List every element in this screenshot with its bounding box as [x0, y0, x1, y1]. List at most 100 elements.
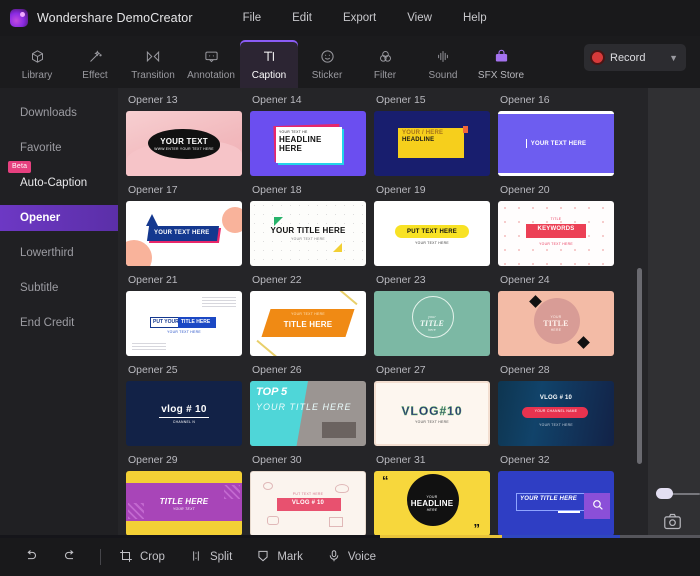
template-thumbnail-opener-27[interactable]: VLOG#10 YOUR TEXT HERE	[374, 381, 490, 446]
chevron-down-icon[interactable]: ▼	[669, 53, 678, 63]
template-thumbnail-opener-14[interactable]: YOUR TEXT HE HEADLINE HERE	[250, 111, 366, 176]
thumb-subtext: HERE	[426, 507, 438, 512]
tab-sound[interactable]: Sound	[414, 40, 472, 88]
title-bar: Wondershare DemoCreator File Edit Export…	[0, 0, 700, 36]
tab-filter-label: Filter	[373, 69, 397, 81]
tab-library-label: Library	[21, 69, 53, 81]
thumb-text: vlog # 10	[161, 403, 207, 415]
template-thumbnail-opener-15[interactable]: YOUR / HERE HEADLINE	[374, 111, 490, 176]
template-label: Opener 28	[500, 364, 550, 376]
thumb-text: TITLE HERE	[159, 496, 209, 506]
record-button[interactable]: Record ▼	[584, 44, 686, 71]
undo-button[interactable]	[14, 543, 54, 571]
template-label: Opener 19	[376, 184, 426, 196]
template-label: Opener 16	[500, 94, 550, 106]
template-label: Opener 21	[128, 274, 178, 286]
tab-library[interactable]: Library	[8, 40, 66, 88]
template-thumbnail-opener-21[interactable]: PUT YOUR TITLE HERE YOUR TEXT HERE	[126, 291, 242, 356]
template-label: Opener 23	[376, 274, 426, 286]
template-label: Opener 31	[376, 454, 426, 466]
crop-label: Crop	[140, 551, 165, 563]
template-thumbnail-opener-19[interactable]: PUT TEXT HERE YOUR TEXT HERE	[374, 201, 490, 266]
template-thumbnail-opener-25[interactable]: vlog # 10 CHANNEL N	[126, 381, 242, 446]
zoom-slider[interactable]	[654, 488, 700, 500]
template-thumbnail-opener-26[interactable]: TOP 5 YOUR TITLE HERE	[250, 381, 366, 446]
thumb-subtext: YOUR TEXT HERE	[291, 312, 325, 316]
template-thumbnail-opener-17[interactable]: YOUR TEXT HERE	[126, 201, 242, 266]
template-thumbnail-opener-20[interactable]: TITLE KEYWORDS YOUR TEXT HERE	[498, 201, 614, 266]
template-thumbnail-opener-32[interactable]: YOUR TITLE HERE	[498, 471, 614, 536]
tool-tabs: Library Effect Transition Annotation Cap…	[0, 36, 700, 88]
menu-item-view[interactable]: View	[393, 8, 446, 28]
democreator-logo-icon	[10, 9, 28, 27]
template-thumbnail-opener-30[interactable]: PUT TEXT HERE VLOG # 10	[250, 471, 366, 536]
sidebar-item-label: Favorite	[20, 142, 62, 154]
sidebar-item-label: Downloads	[20, 107, 77, 119]
beta-badge: Beta	[8, 161, 32, 173]
democreator-window: Wondershare DemoCreator File Edit Export…	[0, 0, 700, 576]
template-cell: Opener 24 YOUR TITLE HERE	[498, 274, 614, 356]
sidebar-item-opener[interactable]: Opener	[0, 205, 118, 231]
template-thumbnail-opener-28[interactable]: VLOG # 10 YOUR CHANNEL NAME YOUR TEXT HE…	[498, 381, 614, 446]
thumb-text: HEADLINE HERE	[279, 135, 322, 153]
thumb-text: HEADLINE	[410, 498, 454, 508]
template-label: Opener 27	[376, 364, 426, 376]
template-cell: Opener 20 TITLE KEYWORDS YOUR TEXT HERE	[498, 184, 614, 266]
menu-item-file[interactable]: File	[229, 8, 276, 28]
template-thumbnail-opener-18[interactable]: YOUR TITLE HERE YOUR TEXT HERE	[250, 201, 366, 266]
thumb-text: VLOG # 10	[539, 395, 573, 401]
menu-item-edit[interactable]: Edit	[278, 8, 326, 28]
tab-sticker[interactable]: Sticker	[298, 40, 356, 88]
thumb-text: YOUR TITLE HERE	[520, 496, 578, 502]
template-cell: Opener 19 PUT TEXT HERE YOUR TEXT HERE	[374, 184, 490, 266]
sidebar-item-auto-caption[interactable]: Beta Auto-Caption	[0, 161, 118, 196]
template-cell: Opener 22 YOUR TEXT HERE TITLE HERE	[250, 274, 366, 356]
sidebar-item-downloads[interactable]: Downloads	[0, 100, 118, 126]
template-thumbnail-opener-22[interactable]: YOUR TEXT HERE TITLE HERE	[250, 291, 366, 356]
template-grid: Opener 13 YOUR TEXT WWW.ENTER YOUR TEXT …	[126, 94, 626, 538]
zoom-slider-handle[interactable]	[656, 488, 673, 499]
thumb-subtext: WWW.ENTER YOUR TEXT HERE	[154, 146, 214, 151]
tab-effect[interactable]: Effect	[66, 40, 124, 88]
sidebar-item-lowerthird[interactable]: Lowerthird	[0, 240, 118, 266]
thumb-text: YOUR TEXT HERE	[154, 230, 210, 236]
crop-icon	[119, 549, 133, 566]
voice-button[interactable]: Voice	[315, 543, 388, 571]
camera-icon[interactable]	[663, 513, 682, 535]
mark-button[interactable]: Mark	[244, 543, 315, 571]
main-body: Downloads Favorite Beta Auto-Caption Ope…	[0, 88, 700, 538]
tab-annotation-label: Annotation	[187, 69, 235, 81]
tab-sfx-store[interactable]: SFX Store	[472, 40, 530, 88]
template-thumbnail-opener-23[interactable]: your TITLE here	[374, 291, 490, 356]
template-thumbnail-opener-13[interactable]: YOUR TEXT WWW.ENTER YOUR TEXT HERE	[126, 111, 242, 176]
template-cell: Opener 28 VLOG # 10 YOUR CHANNEL NAME YO…	[498, 364, 614, 446]
tab-sfx-store-label: SFX Store	[477, 69, 525, 81]
menu-item-export[interactable]: Export	[329, 8, 390, 28]
sidebar-item-end-credit[interactable]: End Credit	[0, 310, 118, 336]
sidebar-item-subtitle[interactable]: Subtitle	[0, 275, 118, 301]
tab-caption[interactable]: Caption	[240, 40, 298, 88]
template-cell: Opener 16 YOUR TEXT HERE	[498, 94, 614, 176]
template-thumbnail-opener-31[interactable]: “ ” YOUR HEADLINE HERE	[374, 471, 490, 536]
template-thumbnail-opener-29[interactable]: TITLE HERE YOUR TEXT	[126, 471, 242, 536]
tab-filter[interactable]: Filter	[356, 40, 414, 88]
template-label: Opener 20	[500, 184, 550, 196]
sidebar-item-favorite[interactable]: Favorite	[0, 135, 118, 161]
redo-button[interactable]	[54, 543, 94, 571]
tab-annotation[interactable]: Annotation	[182, 40, 240, 88]
thumb-text: TITLE HERE	[283, 320, 333, 329]
thumb-toptext: TITLE	[550, 217, 562, 221]
template-cell: Opener 15 YOUR / HERE HEADLINE	[374, 94, 490, 176]
template-label: Opener 18	[252, 184, 302, 196]
menu-item-help[interactable]: Help	[449, 8, 501, 28]
thumb-subtext: YOUR TEXT HERE	[291, 237, 325, 241]
vertical-scrollbar[interactable]	[637, 268, 642, 464]
template-thumbnail-opener-24[interactable]: YOUR TITLE HERE	[498, 291, 614, 356]
crop-button[interactable]: Crop	[107, 543, 177, 571]
template-cell: Opener 23 your TITLE here	[374, 274, 490, 356]
magic-wand-icon	[88, 48, 103, 66]
search-icon	[591, 498, 604, 516]
tab-transition[interactable]: Transition	[124, 40, 182, 88]
split-button[interactable]: Split	[177, 543, 244, 571]
template-thumbnail-opener-16[interactable]: YOUR TEXT HERE	[498, 111, 614, 176]
